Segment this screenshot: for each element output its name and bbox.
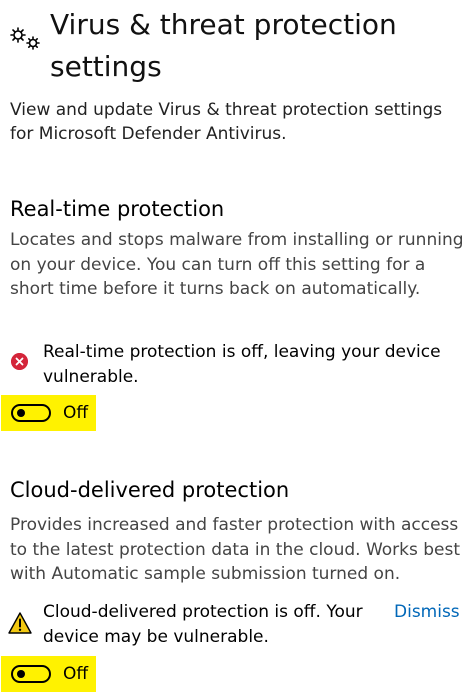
realtime-toggle-label: Off xyxy=(63,403,89,423)
cloud-alert-text: Cloud-delivered protection is off. Your … xyxy=(43,602,363,647)
page-title: Virus & threat protection settings xyxy=(50,8,397,83)
cloud-heading: Cloud-delivered protection xyxy=(10,478,290,502)
warning-icon xyxy=(8,612,32,634)
dismiss-link[interactable]: Dismiss xyxy=(394,600,460,624)
gears-icon xyxy=(10,27,40,50)
cloud-toggle-switch[interactable] xyxy=(11,665,51,683)
realtime-toggle-switch[interactable] xyxy=(11,404,51,422)
cloud-toggle-label: Off xyxy=(63,664,89,684)
toggle-knob xyxy=(17,670,25,678)
error-icon xyxy=(11,353,28,370)
realtime-toggle[interactable]: Off xyxy=(1,395,96,431)
realtime-heading: Real-time protection xyxy=(10,197,225,221)
cloud-description: Provides increased and faster protection… xyxy=(10,515,461,584)
realtime-description: Locates and stops malware from installin… xyxy=(10,230,464,299)
toggle-knob xyxy=(17,409,25,417)
realtime-alert-text: Real-time protection is off, leaving you… xyxy=(43,342,441,387)
cloud-toggle[interactable]: Off xyxy=(1,656,96,692)
page-intro: View and update Virus & threat protectio… xyxy=(10,100,443,144)
